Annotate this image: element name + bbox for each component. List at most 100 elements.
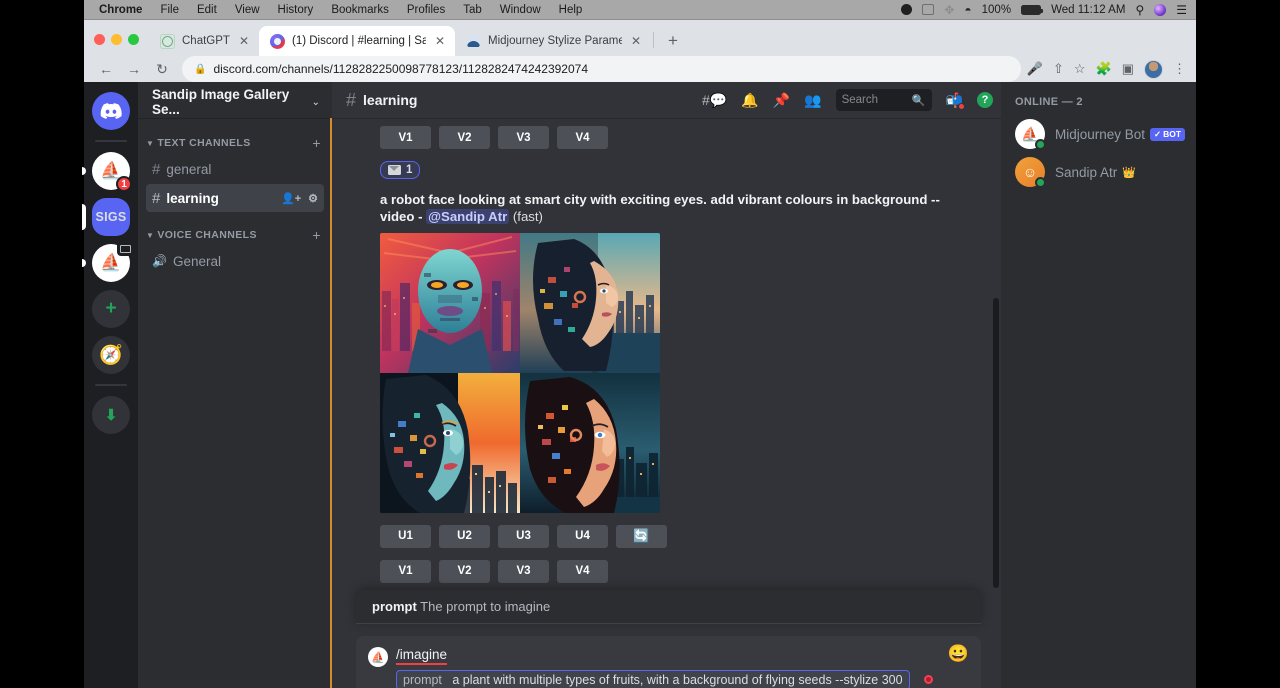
bluetooth-icon[interactable]: ✥ <box>944 3 954 17</box>
server-unread-pill-2 <box>82 259 86 267</box>
share-icon[interactable]: ⇧ <box>1053 61 1064 77</box>
plus-icon: + <box>105 298 116 320</box>
image-cell-1[interactable] <box>380 233 520 373</box>
variation-button-v1-top[interactable]: V1 <box>380 126 431 149</box>
variation-button-v3-top[interactable]: V3 <box>498 126 549 149</box>
extensions-puzzle-icon[interactable]: 🧩 <box>1096 61 1112 77</box>
battery-icon[interactable] <box>1021 5 1041 15</box>
browser-tab-discord[interactable]: (1) Discord | #learning | Sandi ✕ <box>259 26 455 56</box>
member-row-sandip-atr[interactable]: ☺ Sandip Atr 👑 <box>1015 153 1188 191</box>
category-text-channels[interactable]: ▼ TEXT CHANNELS + <box>138 132 332 154</box>
variation-button-v3[interactable]: V3 <box>498 560 549 583</box>
reroll-button[interactable]: 🔄 <box>616 525 667 548</box>
argument-value: a plant with multiple types of fruits, w… <box>452 673 902 687</box>
explore-servers-button[interactable]: 🧭 <box>92 336 130 374</box>
close-tab-button[interactable]: ✕ <box>237 35 251 47</box>
new-tab-button[interactable]: + <box>656 32 690 56</box>
sidebar-item-learning[interactable]: # learning 👤+ ⚙ <box>146 184 324 212</box>
tab-title: ChatGPT <box>182 35 230 47</box>
variation-button-v2-top[interactable]: V2 <box>439 126 490 149</box>
menu-item-window[interactable]: Window <box>491 4 550 16</box>
forward-button[interactable]: → <box>120 56 148 82</box>
bookmark-star-icon[interactable]: ☆ <box>1074 61 1086 77</box>
browser-tab-midjourney[interactable]: Midjourney Stylize Parameter ✕ <box>455 26 651 56</box>
message-scrollbar[interactable] <box>993 298 999 588</box>
midjourney-image-grid[interactable] <box>380 233 660 513</box>
server-sandip-gallery[interactable]: ⛵ 1 <box>92 152 130 190</box>
wifi-icon[interactable]: ◓ <box>964 3 971 17</box>
category-voice-channels[interactable]: ▼ VOICE CHANNELS + <box>138 224 332 246</box>
address-bar[interactable]: 🔒 discord.com/channels/11282822500987781… <box>182 56 1021 82</box>
upscale-button-u3[interactable]: U3 <box>498 525 549 548</box>
back-button[interactable]: ← <box>92 56 120 82</box>
close-tab-button[interactable]: ✕ <box>629 35 643 47</box>
message-composer[interactable]: ⛵ /imagine prompt a plant with multiple … <box>356 636 981 688</box>
server-boat-2[interactable]: ⛵ <box>92 244 130 282</box>
menu-item-tab[interactable]: Tab <box>454 4 491 16</box>
slash-param-name: prompt <box>372 599 417 614</box>
profile-avatar[interactable] <box>1144 60 1163 79</box>
menu-item-help[interactable]: Help <box>550 4 592 16</box>
image-cell-4[interactable] <box>520 373 660 513</box>
reload-button[interactable]: ↻ <box>148 56 176 82</box>
close-tab-button[interactable]: ✕ <box>433 35 447 47</box>
maximize-window-button[interactable] <box>128 34 139 45</box>
edit-channel-gear-icon[interactable]: ⚙ <box>308 192 318 205</box>
threads-icon[interactable]: #💬 <box>702 92 727 109</box>
upscale-button-u1[interactable]: U1 <box>380 525 431 548</box>
search-input[interactable]: Search 🔍 <box>836 89 932 111</box>
home-discord-button[interactable] <box>92 92 130 130</box>
download-apps-button[interactable]: ⬇ <box>92 396 130 434</box>
menu-item-edit[interactable]: Edit <box>188 4 226 16</box>
notification-bell-icon[interactable]: 🔔 <box>741 92 758 109</box>
siri-icon[interactable] <box>1154 4 1166 16</box>
control-center-display-icon[interactable] <box>922 4 934 15</box>
control-center-icon[interactable]: ☰ <box>1176 3 1186 17</box>
channel-sidebar: Sandip Image Gallery Se... ⌄ ▼ TEXT CHAN… <box>138 82 332 688</box>
menu-item-bookmarks[interactable]: Bookmarks <box>322 4 398 16</box>
variation-button-v4[interactable]: V4 <box>557 560 608 583</box>
image-cell-2[interactable] <box>520 233 660 373</box>
browser-tab-chatgpt[interactable]: ChatGPT ✕ <box>149 26 259 56</box>
help-icon[interactable]: ? <box>977 92 993 108</box>
create-voice-channel-button[interactable]: + <box>312 227 324 243</box>
member-name-label: Midjourney Bot <box>1055 127 1145 142</box>
reaction-envelope-top[interactable]: 1 <box>380 161 420 179</box>
search-placeholder: Search <box>842 94 878 106</box>
server-sigs[interactable]: SIGS <box>92 198 130 236</box>
variation-button-v4-top[interactable]: V4 <box>557 126 608 149</box>
add-server-button[interactable]: + <box>92 290 130 328</box>
member-row-midjourney-bot[interactable]: ⛵ Midjourney Bot ✓BOT <box>1015 115 1188 153</box>
invite-member-icon[interactable]: 👤+ <box>281 192 301 205</box>
inbox-icon[interactable]: 📬 <box>946 92 963 109</box>
record-icon[interactable] <box>901 4 912 15</box>
menu-item-file[interactable]: File <box>151 4 188 16</box>
minimize-window-button[interactable] <box>111 34 122 45</box>
close-window-button[interactable] <box>94 34 105 45</box>
image-cell-3[interactable] <box>380 373 520 513</box>
emoji-icon[interactable]: 😀 <box>948 644 969 664</box>
menu-bar-clock[interactable]: Wed 11:12 AM <box>1051 4 1125 16</box>
sidebar-item-voice-general[interactable]: 🔊 General <box>146 247 324 275</box>
spotlight-search-icon[interactable]: ⚲ <box>1135 3 1144 17</box>
upscale-button-u4[interactable]: U4 <box>557 525 608 548</box>
channel-label: General <box>173 254 221 269</box>
user-mention[interactable]: @Sandip Atr <box>426 209 509 224</box>
menu-item-chrome[interactable]: Chrome <box>90 4 151 16</box>
variation-button-v2[interactable]: V2 <box>439 560 490 583</box>
menu-item-history[interactable]: History <box>269 4 323 16</box>
sidebar-item-general[interactable]: # general <box>146 155 324 183</box>
check-icon: ✓ <box>1154 129 1161 140</box>
menu-item-view[interactable]: View <box>226 4 269 16</box>
create-channel-button[interactable]: + <box>312 135 324 151</box>
microphone-icon[interactable]: 🎤 <box>1027 61 1043 77</box>
member-list-icon[interactable]: 👥 <box>804 92 821 109</box>
side-panel-icon[interactable]: ▣ <box>1122 61 1134 77</box>
variation-button-v1[interactable]: V1 <box>380 560 431 583</box>
pinned-messages-icon[interactable]: 📌 <box>773 92 790 109</box>
prompt-argument-input[interactable]: prompt a plant with multiple types of fr… <box>396 670 910 688</box>
guild-header[interactable]: Sandip Image Gallery Se... ⌄ <box>138 86 332 118</box>
menu-item-profiles[interactable]: Profiles <box>398 4 454 16</box>
upscale-button-u2[interactable]: U2 <box>439 525 490 548</box>
chrome-menu-icon[interactable]: ⋮ <box>1173 61 1186 77</box>
